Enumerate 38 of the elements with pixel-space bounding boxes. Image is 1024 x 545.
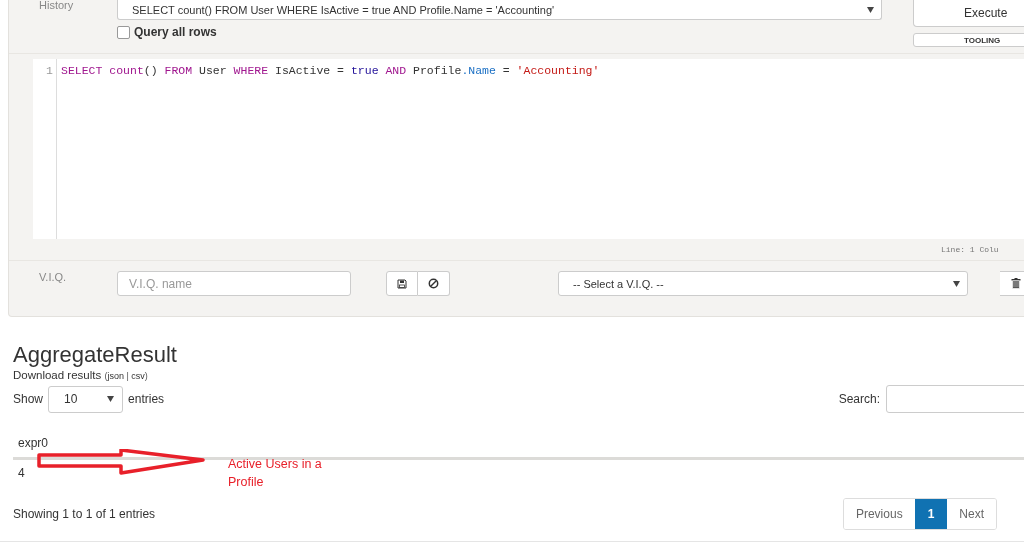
result-title: AggregateResult xyxy=(13,342,178,368)
table-info: Showing 1 to 1 of 1 entries xyxy=(13,507,156,521)
viq-label: V.I.Q. xyxy=(38,271,68,283)
delete-button[interactable] xyxy=(1000,271,1024,296)
search-label: Search: xyxy=(838,392,880,406)
annotation-text: Active Users in a Profile xyxy=(228,456,323,491)
cursor-status: Line: 1 Colu xyxy=(941,245,999,254)
search-field[interactable] xyxy=(886,385,1024,413)
page-button[interactable]: 1 xyxy=(914,499,948,529)
ban-icon xyxy=(428,278,439,289)
show-label: Show xyxy=(13,392,44,406)
caret-icon xyxy=(107,396,115,402)
query-all-checkbox[interactable] xyxy=(117,25,130,39)
trash-icon xyxy=(1010,278,1021,289)
column-header[interactable]: expr0 xyxy=(13,428,1024,459)
download-label: Download results xyxy=(13,369,102,381)
table-cell: 4 xyxy=(18,466,25,480)
clear-button[interactable] xyxy=(418,271,450,296)
caret-icon xyxy=(867,6,874,13)
code-editor[interactable]: 1 SELECT count() FROM User WHERE IsActive = true AND Profile.Name = 'Accounting' xyxy=(33,59,1024,239)
viq-select[interactable]: -- Select a V.I.Q. -- xyxy=(558,271,968,296)
viq-name-field[interactable]: V.I.Q. name xyxy=(117,271,351,296)
checkbox-label: Query all rows xyxy=(134,25,217,39)
separator: | xyxy=(126,371,129,381)
entries-label: entries xyxy=(128,392,165,406)
history-label: History xyxy=(38,0,75,11)
code-line: SELECT count() FROM User WHERE IsActive = true AND Profile.Name = 'Accounting' xyxy=(61,64,600,77)
csv-link[interactable]: csv xyxy=(131,371,145,381)
parenthesis: ) xyxy=(144,371,148,381)
parenthesis: ( xyxy=(104,371,108,381)
execute-button[interactable]: Execute xyxy=(913,0,1024,27)
save-button[interactable] xyxy=(386,271,418,296)
json-link[interactable]: json xyxy=(107,371,124,381)
tooling-button[interactable]: TOOLING xyxy=(913,33,1024,47)
line-number: 1 xyxy=(46,64,53,77)
caret-icon xyxy=(953,280,960,287)
history-select[interactable]: SELECT count() FROM User WHERE IsActive = true AND Profile.Name = 'Accounting' xyxy=(117,0,882,20)
page-size-select[interactable]: 10 xyxy=(48,385,124,413)
